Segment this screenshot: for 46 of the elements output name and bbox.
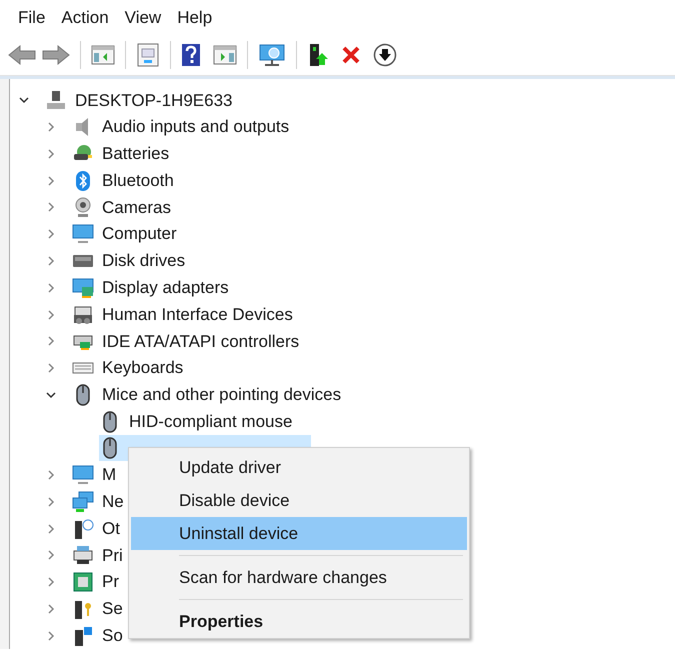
tree-item[interactable]: So (72, 622, 127, 649)
tree-item[interactable]: Pr (72, 569, 123, 596)
monitor-icon (72, 464, 94, 486)
tree-item[interactable]: DESKTOP-1H9E633 (45, 87, 236, 114)
processor-icon (72, 571, 94, 594)
network-icon (72, 490, 94, 513)
tree-item[interactable]: IDE ATA/ATAPI controllers (72, 328, 304, 354)
menu-item[interactable]: Help (169, 4, 220, 32)
tree-pane-icon[interactable] (91, 44, 115, 66)
tree-item[interactable]: HID-compliant mouse (99, 408, 296, 435)
close-icon[interactable] (341, 45, 361, 65)
menu-item[interactable]: View (116, 4, 170, 32)
menu-item[interactable]: Update driver (131, 451, 467, 484)
menu-item[interactable]: Scan for hardware changes (131, 561, 467, 594)
tree-item[interactable]: Mice and other pointing devices (72, 382, 346, 408)
tree-item[interactable]: Batteries (72, 140, 174, 167)
tree-item[interactable]: Ne (72, 488, 128, 515)
menu-item[interactable]: Uninstall device (131, 517, 467, 550)
tree-item[interactable]: Ot (72, 516, 124, 542)
menu-item[interactable]: Disable device (131, 484, 467, 517)
tree-item[interactable]: Audio inputs and outputs (72, 114, 294, 140)
tree-item[interactable]: Se (72, 596, 127, 622)
update-driver-icon[interactable] (307, 43, 329, 67)
display-adapter-icon (72, 276, 94, 299)
down-arrow-circle-icon[interactable] (373, 43, 397, 67)
computer-icon (45, 89, 67, 112)
menu-item[interactable]: File (10, 4, 54, 32)
menu-item[interactable]: Action (53, 4, 117, 32)
menu-item[interactable]: Properties (131, 605, 467, 638)
tree-item[interactable]: Keyboards (72, 355, 188, 382)
tree-item[interactable]: Display adapters (72, 274, 233, 301)
action-pane-icon[interactable] (213, 44, 237, 66)
tree-item[interactable]: Bluetooth (72, 168, 178, 194)
forward-arrow-icon[interactable] (42, 44, 70, 66)
tree-item[interactable]: Human Interface Devices (72, 302, 297, 328)
properties-sheet-icon[interactable] (136, 43, 160, 67)
back-arrow-icon[interactable] (8, 44, 36, 66)
tree-item[interactable]: Pri (72, 542, 127, 568)
tree-item[interactable]: M (72, 462, 120, 488)
help-icon[interactable] (181, 43, 201, 67)
monitor-scan-icon[interactable] (258, 43, 286, 67)
tree-item[interactable]: Computer (72, 221, 181, 248)
tree-item[interactable]: Disk drives (72, 248, 190, 274)
monitor-icon (72, 223, 94, 246)
tree-item[interactable]: Cameras (72, 194, 175, 220)
printer-icon (72, 544, 94, 566)
